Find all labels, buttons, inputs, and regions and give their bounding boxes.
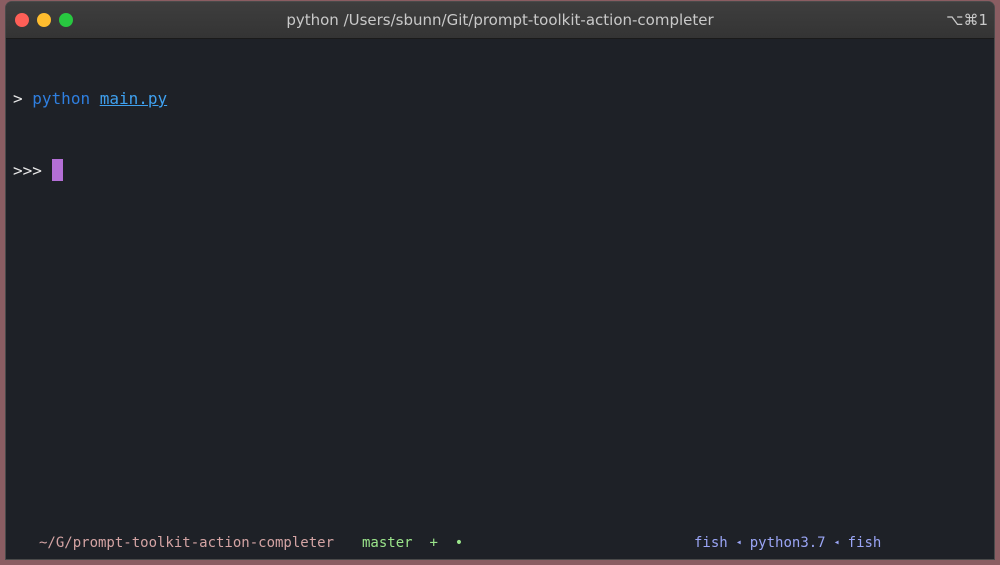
- folder-icon: [16, 536, 34, 550]
- git-status-group: master + •: [348, 531, 463, 555]
- git-staged-indicator: +: [429, 535, 438, 551]
- shell-prompt: >: [13, 89, 23, 108]
- process-item: fish: [694, 535, 728, 551]
- terminal-output[interactable]: > python main.py >>>: [13, 39, 994, 231]
- process-tree-icon: [674, 536, 688, 550]
- separator-arrow: ◂: [833, 537, 840, 548]
- tab-shortcut: ⌥⌘1: [946, 11, 988, 29]
- command-argument[interactable]: main.py: [100, 89, 167, 108]
- current-path: ~/G/prompt-toolkit-action-completer: [39, 535, 335, 551]
- repl-line[interactable]: >>>: [13, 159, 994, 183]
- git-branch-icon: [348, 536, 358, 550]
- terminal-window: python /Users/sbunn/Git/prompt-toolkit-a…: [6, 2, 994, 559]
- status-bar: ~/G/prompt-toolkit-action-completer mast…: [6, 531, 994, 555]
- command-line: > python main.py: [13, 87, 994, 111]
- process-item: python3.7: [749, 535, 826, 551]
- git-branch-name: master: [362, 535, 413, 551]
- process-item: fish: [847, 535, 882, 551]
- text-cursor: [51, 159, 63, 181]
- process-tree-group: fish ◂ python3.7 ◂ fish: [674, 531, 881, 555]
- title-bar[interactable]: python /Users/sbunn/Git/prompt-toolkit-a…: [6, 2, 994, 39]
- command-name: python: [32, 89, 91, 108]
- window-title: python /Users/sbunn/Git/prompt-toolkit-a…: [286, 11, 714, 29]
- status-path-group: ~/G/prompt-toolkit-action-completer: [16, 531, 334, 555]
- git-dirty-indicator: •: [454, 535, 464, 551]
- repl-prompt: >>>: [13, 161, 42, 180]
- separator-arrow: ◂: [735, 537, 742, 548]
